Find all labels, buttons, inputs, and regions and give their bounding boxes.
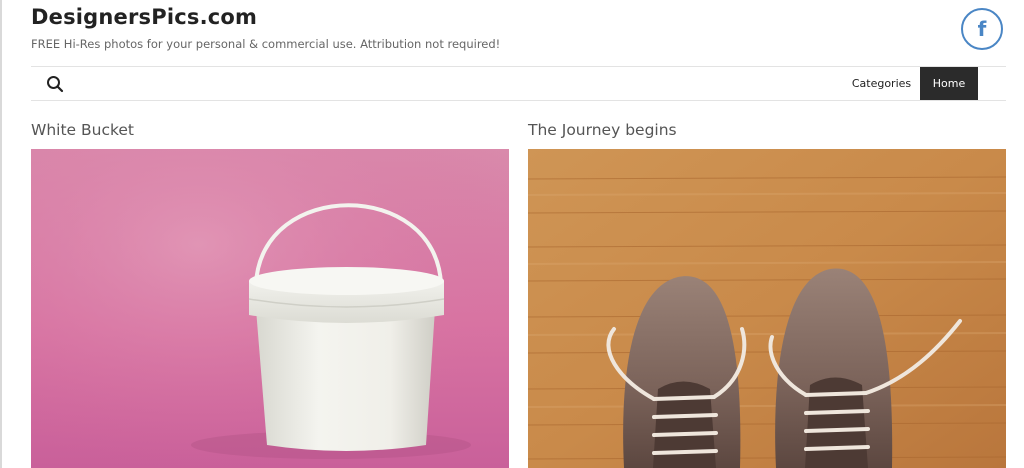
search-icon bbox=[47, 76, 64, 93]
nav-item-categories[interactable]: Categories bbox=[840, 67, 923, 100]
page-left-edge bbox=[0, 0, 2, 468]
facebook-button[interactable]: f bbox=[961, 8, 1003, 50]
post-title-journey-begins[interactable]: The Journey begins bbox=[528, 121, 677, 139]
main-navigation: Categories Home bbox=[31, 66, 1006, 101]
post-image-journey-begins[interactable] bbox=[528, 149, 1006, 468]
site-tagline: FREE Hi-Res photos for your personal & c… bbox=[31, 37, 501, 51]
nav-item-home[interactable]: Home bbox=[920, 67, 978, 100]
site-title[interactable]: DesignersPics.com bbox=[31, 5, 257, 29]
post-title-white-bucket[interactable]: White Bucket bbox=[31, 121, 134, 139]
facebook-icon: f bbox=[977, 17, 987, 41]
search-button[interactable] bbox=[45, 74, 65, 94]
post-image-white-bucket[interactable] bbox=[31, 149, 509, 468]
